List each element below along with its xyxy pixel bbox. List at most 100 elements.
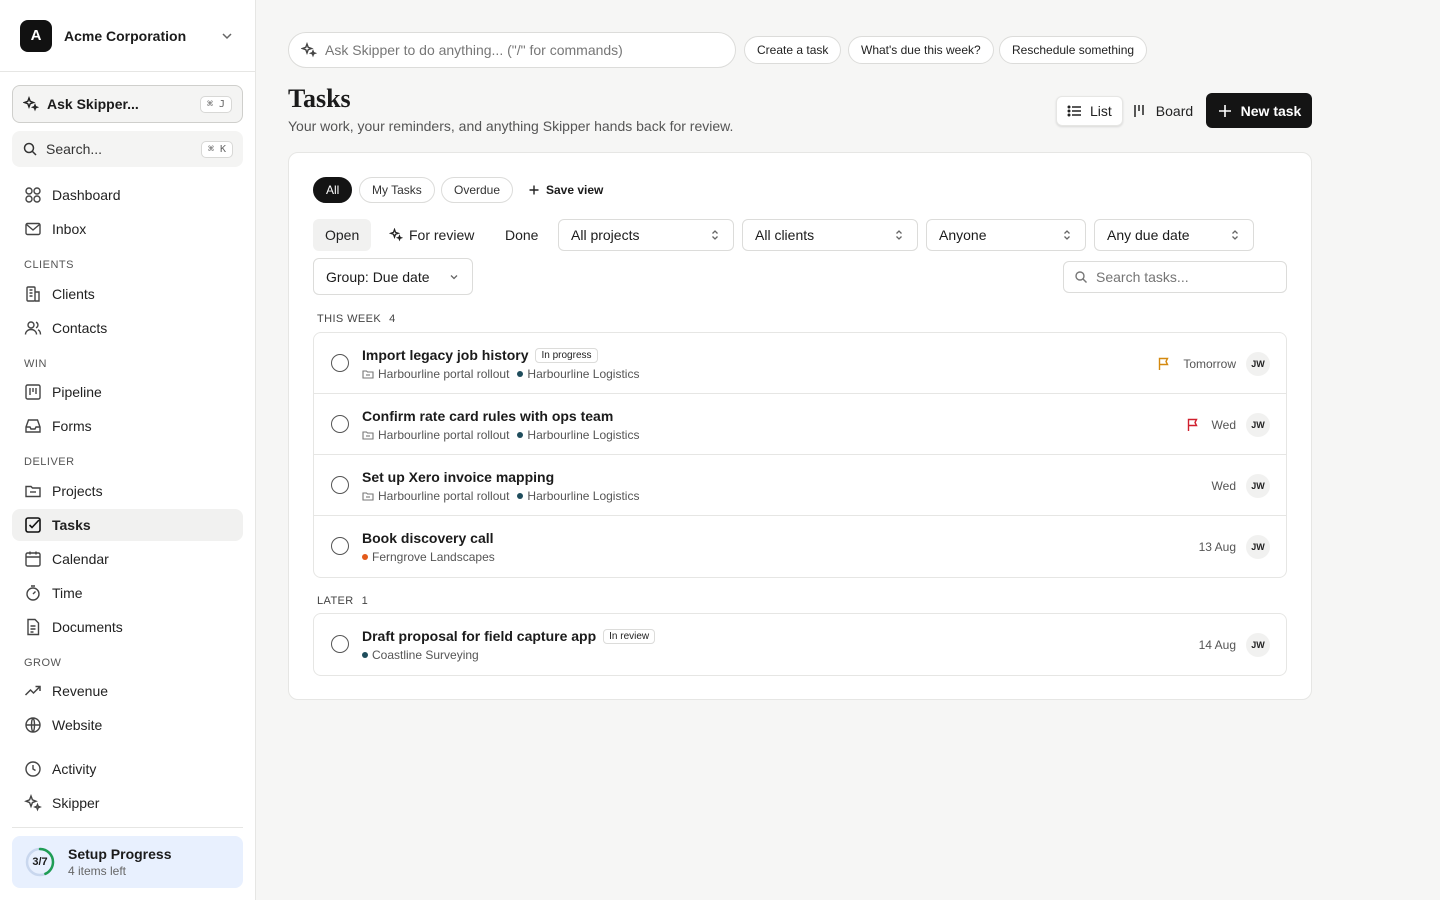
status-tab-open[interactable]: Open [313,219,372,251]
columns-icon [1134,105,1144,117]
setup-progress-card[interactable]: 3/7 Setup Progress 4 items left [12,836,243,888]
due-date-filter[interactable]: Any due date [1094,219,1254,251]
task-row[interactable]: Set up Xero invoice mapping Harbourline … [314,455,1286,516]
task-title: Draft proposal for field capture app [362,628,597,644]
sidebar-item-time[interactable]: Time [12,577,243,609]
sidebar-item-inbox[interactable]: Inbox [12,213,243,245]
trending-up-icon [24,685,41,696]
setup-title: Setup Progress [68,846,172,862]
ask-skipper-input[interactable]: Ask Skipper to do anything... ("/" for c… [288,32,736,68]
avatar[interactable]: JW [1246,535,1270,559]
org-switcher[interactable]: A Acme Corporation [0,0,255,72]
view-list-button[interactable]: List [1056,96,1123,126]
sidebar-search-button[interactable]: Search... ⌘ K [12,131,243,167]
clients-filter[interactable]: All clients [742,219,918,251]
chevron-up-down-icon [712,230,718,240]
new-task-button[interactable]: New task [1206,93,1312,128]
group-header-later: LATER 1 [317,595,368,607]
client-dot [517,432,524,438]
sidebar-item-label: Documents [52,619,123,635]
group-header-this-week: THIS WEEK 4 [317,313,396,325]
save-view-button[interactable]: Save view [528,177,603,203]
sidebar-item-clients[interactable]: Clients [12,278,243,310]
view-pill-my-tasks[interactable]: My Tasks [359,177,435,203]
calendar-icon [25,551,41,567]
task-checkbox[interactable] [331,537,349,555]
building-icon [26,286,40,302]
sidebar-item-website[interactable]: Website [12,709,243,741]
group-by-value: Group: Due date [326,268,430,285]
client-dot [362,652,368,658]
setup-progress-ring: 3/7 [24,846,56,878]
sidebar-item-projects[interactable]: Projects [12,475,243,507]
nav-section-win: WIN [24,358,47,370]
suggestion-chip-reschedule[interactable]: Reschedule something [999,36,1148,64]
command-placeholder: Ask Skipper to do anything... ("/" for c… [325,42,623,58]
task-checkbox[interactable] [331,476,349,494]
sidebar-item-label: Calendar [52,551,109,567]
sidebar-item-calendar[interactable]: Calendar [12,543,243,575]
sidebar-item-forms[interactable]: Forms [12,410,243,442]
assignee-filter[interactable]: Anyone [926,219,1086,251]
group-by-select[interactable]: Group: Due date [313,258,473,295]
sidebar-item-contacts[interactable]: Contacts [12,312,243,344]
avatar[interactable]: JW [1246,633,1270,657]
task-row[interactable]: Draft proposal for field capture app In r… [314,614,1286,675]
sparkle-icon [301,42,317,58]
suggestion-chip-create-task[interactable]: Create a task [744,36,842,64]
sidebar-item-skipper[interactable]: Skipper [12,787,243,819]
task-checkbox[interactable] [331,415,349,433]
group-label: LATER [317,595,354,607]
task-checkbox[interactable] [331,354,349,372]
sidebar-item-revenue[interactable]: Revenue [12,675,243,707]
avatar[interactable]: JW [1246,474,1270,498]
sidebar-item-dashboard[interactable]: Dashboard [12,179,243,211]
grid-icon [25,187,41,203]
status-tab-done[interactable]: Done [493,219,550,251]
task-title: Confirm rate card rules with ops team [362,408,614,424]
task-row[interactable]: Confirm rate card rules with ops team Ha… [314,394,1286,455]
sidebar-item-label: Tasks [52,517,91,533]
projects-filter[interactable]: All projects [558,219,734,251]
ask-skipper-button[interactable]: Ask Skipper... ⌘ J [12,85,243,123]
save-view-label: Save view [546,183,604,197]
task-due-date: Wed [1211,479,1236,493]
status-tab-for-review[interactable]: For review [377,219,486,251]
task-due-date: Wed [1211,418,1236,432]
sidebar-search-label: Search... [46,141,103,157]
flag-icon[interactable] [1186,418,1200,432]
task-row[interactable]: Book discovery call Ferngrove Landscapes… [314,516,1286,577]
task-due-date: 14 Aug [1198,638,1236,652]
inbox-tray-icon [25,419,41,433]
sidebar-item-activity[interactable]: Activity [12,753,243,785]
avatar[interactable]: JW [1246,413,1270,437]
task-row[interactable]: Import legacy job history In progress Har… [314,333,1286,394]
sidebar-item-label: Inbox [52,221,87,237]
sidebar-item-label: Clients [52,286,95,302]
flag-icon[interactable] [1157,357,1171,371]
view-board-label: Board [1155,103,1194,119]
client-dot [517,493,524,499]
task-client: Harbourline Logistics [527,367,640,381]
view-board-button[interactable]: Board [1123,96,1203,126]
suggestion-chip-due-this-week[interactable]: What's due this week? [848,36,994,64]
sidebar-item-label: Revenue [52,683,109,699]
sparkle-icon [389,228,403,242]
view-pill-overdue[interactable]: Overdue [441,177,514,203]
assignee-filter-value: Anyone [939,227,987,243]
group-label: THIS WEEK [317,313,382,325]
task-search-field[interactable] [1063,261,1287,293]
sidebar-item-tasks[interactable]: Tasks [12,509,243,541]
sidebar-item-pipeline[interactable]: Pipeline [12,376,243,408]
avatar[interactable]: JW [1246,352,1270,376]
task-checkbox[interactable] [331,635,349,653]
org-name: Acme Corporation [64,27,187,44]
view-pill-all[interactable]: All [313,177,353,203]
plus-icon [1218,104,1231,117]
task-project: Harbourline portal rollout [378,489,510,503]
task-search-input[interactable] [1096,269,1266,285]
chevron-up-down-icon [896,230,902,240]
status-badge: In review [603,628,656,644]
sidebar-item-documents[interactable]: Documents [12,611,243,643]
sidebar-divider [12,827,243,828]
